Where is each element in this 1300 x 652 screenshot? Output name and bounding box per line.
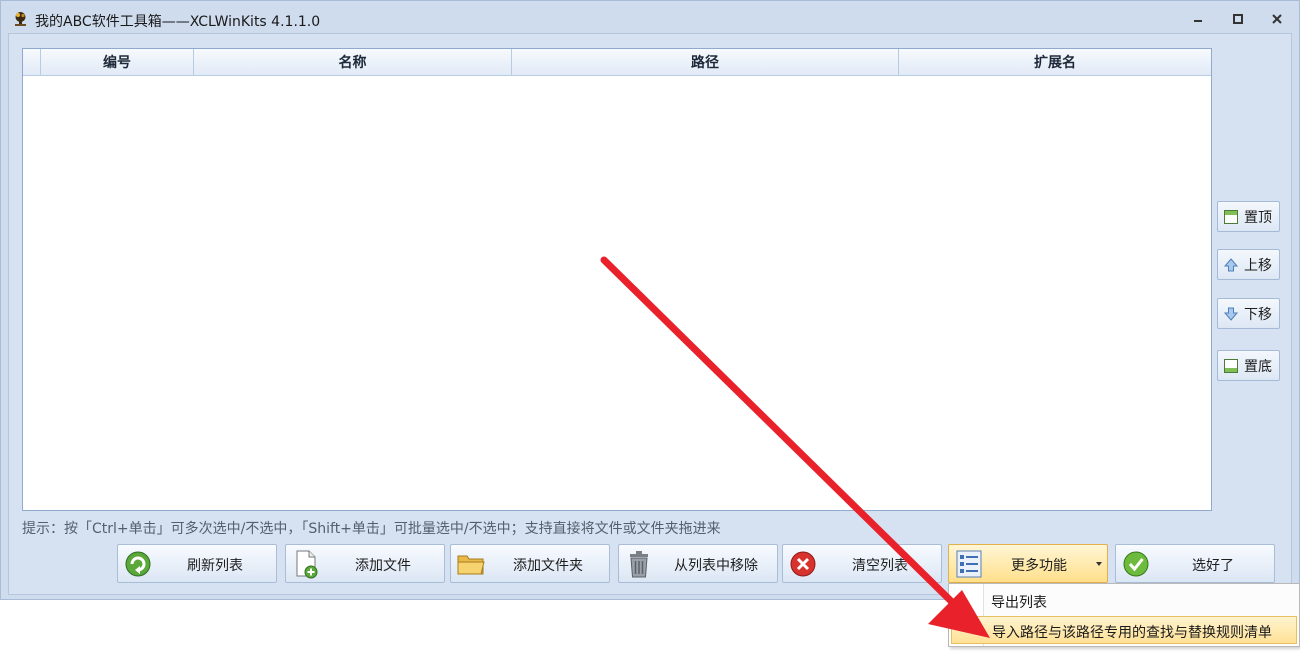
arrow-up-icon [1224, 257, 1238, 271]
more-functions-label: 更多功能 [1011, 558, 1067, 574]
move-bottom-label: 置底 [1244, 358, 1272, 375]
refresh-list-label: 刷新列表 [187, 558, 243, 574]
add-file-button[interactable]: 添加文件 [285, 544, 445, 583]
clear-icon [790, 551, 816, 577]
add-file-label: 添加文件 [355, 558, 411, 574]
move-bottom-button[interactable]: 置底 [1217, 350, 1280, 381]
clear-list-button[interactable]: 清空列表 [782, 544, 942, 583]
move-down-label: 下移 [1244, 306, 1272, 323]
minimize-button[interactable] [1190, 11, 1206, 27]
maximize-button[interactable] [1230, 11, 1246, 27]
window-title: 我的ABC软件工具箱——XCLWinKits 4.1.1.0 [35, 14, 321, 30]
menu-item-export-list[interactable]: 导出列表 [951, 587, 1297, 615]
clear-list-label: 清空列表 [852, 558, 908, 574]
maximize-icon [1233, 14, 1243, 24]
move-top-button[interactable]: 置顶 [1217, 201, 1280, 232]
close-button[interactable] [1269, 11, 1285, 27]
column-header-number[interactable]: 编号 [41, 49, 194, 75]
refresh-icon [125, 551, 151, 577]
hint-text: 提示：按「Ctrl+单击」可多次选中/不选中，「Shift+单击」可批量选中/不… [22, 521, 721, 537]
done-label: 选好了 [1192, 558, 1234, 574]
move-down-button[interactable]: 下移 [1217, 298, 1280, 329]
refresh-list-button[interactable]: 刷新列表 [117, 544, 277, 583]
checkmark-icon [1123, 551, 1149, 577]
add-folder-label: 添加文件夹 [513, 558, 583, 574]
arrow-down-icon [1224, 307, 1238, 321]
remove-from-list-button[interactable]: 从列表中移除 [618, 544, 778, 583]
chevron-down-icon [1096, 562, 1102, 566]
title-bar[interactable]: 我的ABC软件工具箱——XCLWinKits 4.1.1.0 [1, 1, 1299, 35]
column-header-name[interactable]: 名称 [194, 49, 512, 75]
move-bottom-icon [1224, 358, 1238, 373]
done-button[interactable]: 选好了 [1115, 544, 1275, 583]
more-functions-button[interactable]: 更多功能 [948, 544, 1108, 583]
file-list[interactable]: 编号 名称 路径 扩展名 [22, 48, 1212, 511]
column-header-extension[interactable]: 扩展名 [899, 49, 1211, 75]
move-top-label: 置顶 [1244, 209, 1272, 226]
menu-item-import-rules[interactable]: 导入路径与该路径专用的查找与替换规则清单 [951, 616, 1297, 644]
move-top-icon [1224, 209, 1238, 224]
menu-item-import-rules-label: 导入路径与该路径专用的查找与替换规则清单 [992, 625, 1272, 641]
column-header-checkbox[interactable] [23, 49, 41, 75]
folder-icon [457, 555, 485, 575]
add-file-icon [296, 550, 318, 579]
column-header-path[interactable]: 路径 [512, 49, 899, 75]
minimize-icon [1194, 20, 1202, 22]
close-icon [1272, 14, 1282, 24]
more-functions-menu: 导出列表 导入路径与该路径专用的查找与替换规则清单 [948, 583, 1300, 647]
list-header: 编号 名称 路径 扩展名 [23, 49, 1211, 76]
move-up-label: 上移 [1244, 257, 1272, 274]
move-up-button[interactable]: 上移 [1217, 249, 1280, 280]
remove-from-list-label: 从列表中移除 [674, 558, 758, 574]
add-folder-button[interactable]: 添加文件夹 [450, 544, 610, 583]
app-logo-icon [15, 12, 26, 26]
menu-list-icon [956, 550, 982, 578]
trash-icon [630, 551, 648, 578]
menu-item-export-list-label: 导出列表 [991, 595, 1047, 611]
